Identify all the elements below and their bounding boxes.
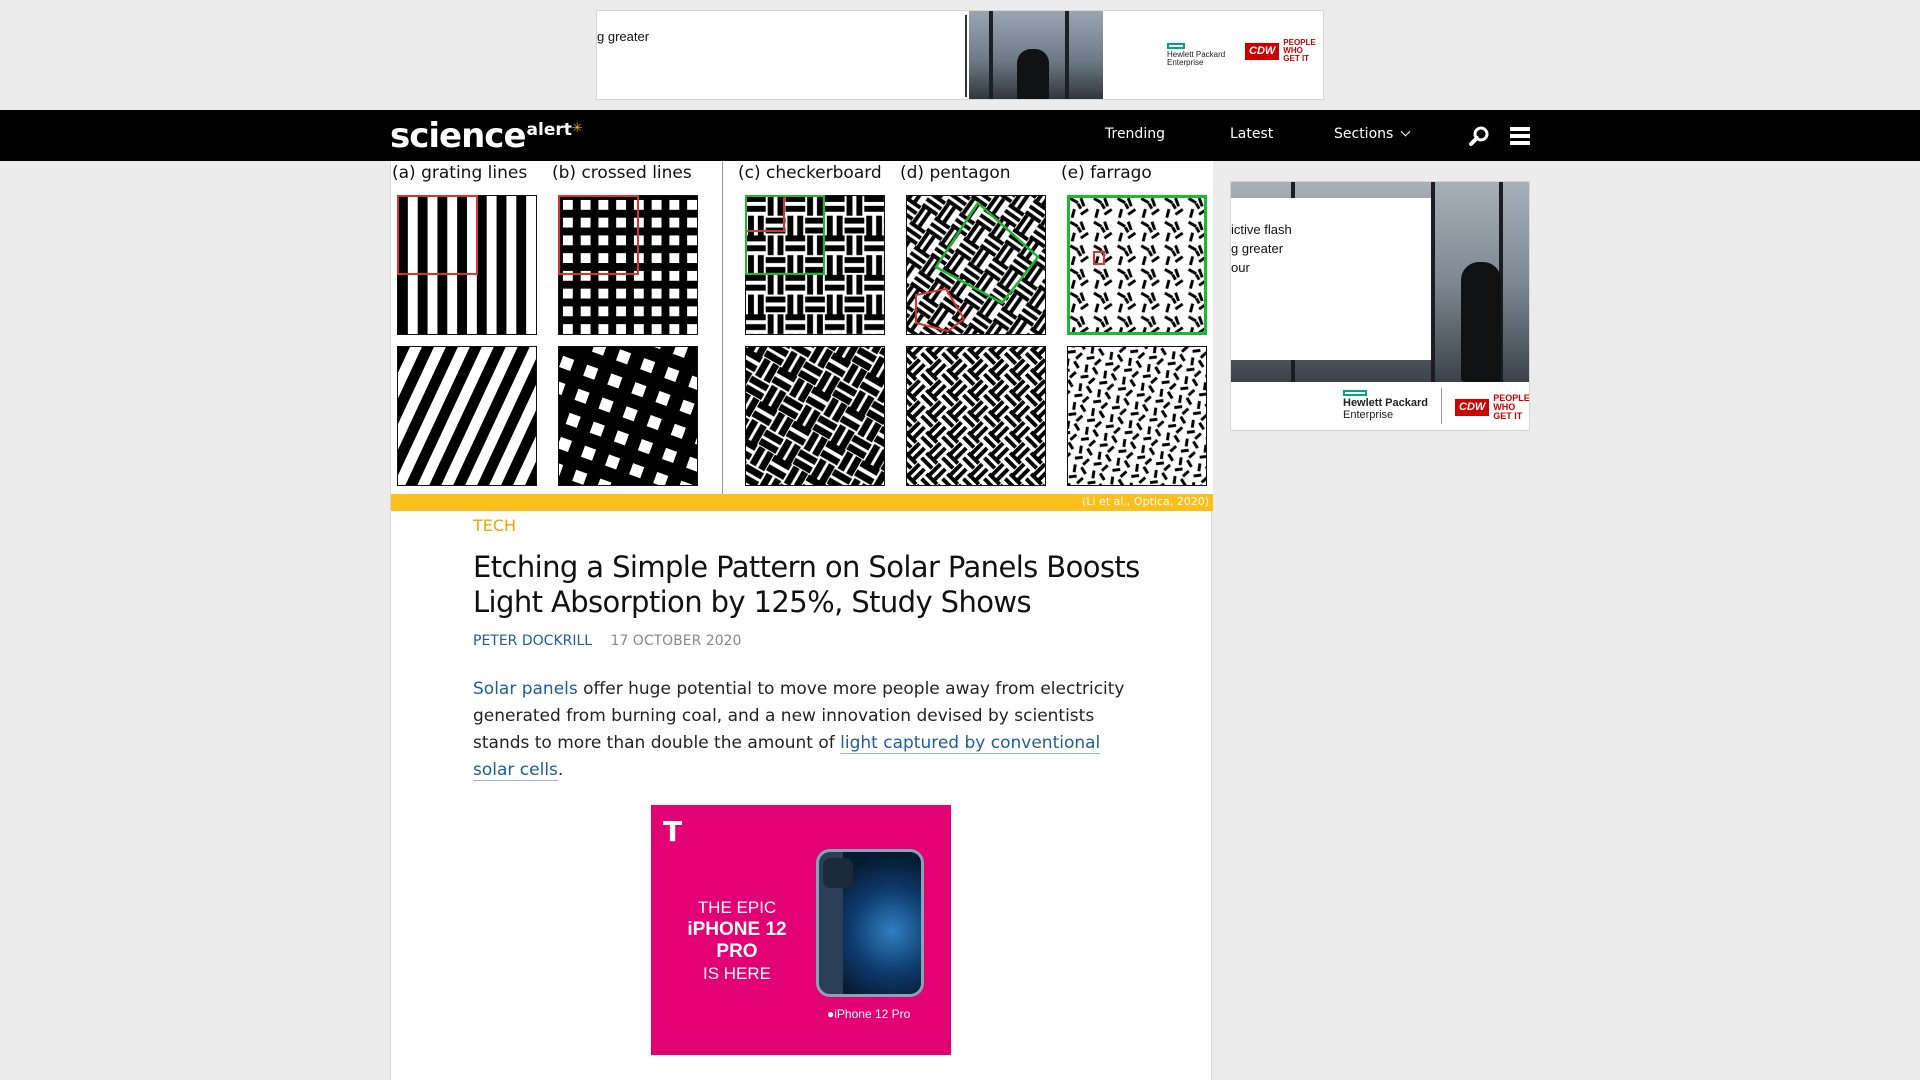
ad-line2: iPHONE 12 PRO [687,919,787,962]
sidebar-cdw-tag-3: GET IT [1493,411,1523,421]
sciencealert-logo[interactable]: science alert ✳ [390,118,583,154]
fig-label-e: (e) farrago [1061,163,1152,183]
article-paragraph: Solar panels offer huge potential to mov… [473,676,1133,784]
ad-promo-text: THE EPIC iPHONE 12 PRO IS HERE [667,897,807,985]
sidebar-hpe-line1: Hewlett Packard [1343,397,1428,409]
ad-text: g greater [597,29,650,44]
byline: PETER DOCKRILL 17 OCTOBER 2020 [473,633,741,649]
sidebar-cdw-logo: CDW PEOPLE WHO GET IT [1455,394,1529,421]
tile-crossed-bottom [558,346,698,486]
sidebar-ad-line3: our [1231,260,1250,275]
hero-figure: (a) grating lines (b) crossed lines (c) … [391,161,1213,494]
nav-sections[interactable]: Sections [1334,126,1411,142]
tile-grating-bottom [397,346,537,486]
tmobile-inline-ad[interactable]: T THE EPIC iPHONE 12 PRO IS HERE ●iPhone… [651,805,951,1055]
sidebar-hpe-line2: Enterprise [1343,408,1394,421]
body-text-2: . [557,760,564,780]
unit-cell-highlight-d [915,201,1040,333]
figure-divider [722,161,723,494]
category-tag[interactable]: TECH [473,516,516,535]
image-credit-bar: (Li et al., Optica, 2020) [391,494,1213,511]
logo-science: science [390,116,527,156]
tile-checker-bottom [745,346,885,486]
fig-label-c: (c) checkerboard [738,163,882,183]
fig-label-d: (d) pentagon [900,163,1011,183]
nav-latest[interactable]: Latest [1230,126,1273,142]
sidebar-hpe-logo: Hewlett Packard Enterprise [1343,390,1428,421]
solar-panels-link[interactable]: Solar panels [473,679,578,699]
apple-tag-text: iPhone 12 Pro [834,1007,911,1021]
tile-farrago-top [1067,195,1207,335]
hamburger-menu-icon[interactable] [1510,127,1530,145]
sidebar-ad-text: ictive flash g greater our [1231,220,1292,277]
article-column: (a) grating lines (b) crossed lines (c) … [390,161,1213,1080]
sidebar-ad-line1: ictive flash [1231,222,1292,237]
cdw-box: CDW [1245,42,1280,60]
sidebar-cdw-box: CDW [1455,399,1490,416]
ad-line1: THE EPIC [697,898,777,917]
chevron-down-icon [1400,126,1411,137]
search-icon[interactable] [1468,125,1490,147]
ad-line3: IS HERE [702,964,772,983]
fig-label-a: (a) grating lines [392,163,528,183]
tile-grating-top [397,195,537,335]
tile-farrago-bottom [1067,346,1207,486]
tmobile-logo-icon: T [663,815,683,848]
logo-alert: alert [526,120,572,140]
tile-pentagon-bottom [906,346,1046,486]
iphone-image [816,849,924,997]
apple-product-tag: ●iPhone 12 Pro [827,1007,910,1021]
cdw-logo: CDW PEOPLE WHO GET IT [1245,39,1316,63]
cdw-tag-3: GET IT [1283,54,1310,63]
nav-sections-label: Sections [1334,126,1394,142]
sidebar-ad-line2: g greater [1231,241,1284,256]
logo-spark-icon: ✳ [571,121,583,136]
nav-trending[interactable]: Trending [1105,126,1165,142]
hpe-logo: Hewlett Packard Enterprise [1167,43,1225,68]
hpe-line2: Enterprise [1167,58,1204,68]
publish-date: 17 OCTOBER 2020 [610,633,742,649]
sidebar-ad[interactable]: ictive flash g greater our Hewlett Packa… [1230,181,1530,431]
image-credit: (Li et al., Optica, 2020) [1082,495,1209,508]
sidebar-ad-card: ictive flash g greater our [1231,198,1431,360]
author-link[interactable]: PETER DOCKRILL [473,633,592,649]
ad-photo [969,11,1103,99]
tile-checker-top [745,195,885,335]
site-navbar: science alert ✳ Trending Latest Sections [0,110,1920,161]
article-headline: Etching a Simple Pattern on Solar Panels… [473,550,1140,619]
sidebar-logo-divider [1441,388,1442,424]
tile-crossed-top [558,195,698,335]
ad-text-panel: g greater [597,15,967,97]
fig-label-b: (b) crossed lines [552,163,692,183]
top-banner-ad[interactable]: g greater Hewlett Packard Enterprise CDW… [596,10,1324,100]
